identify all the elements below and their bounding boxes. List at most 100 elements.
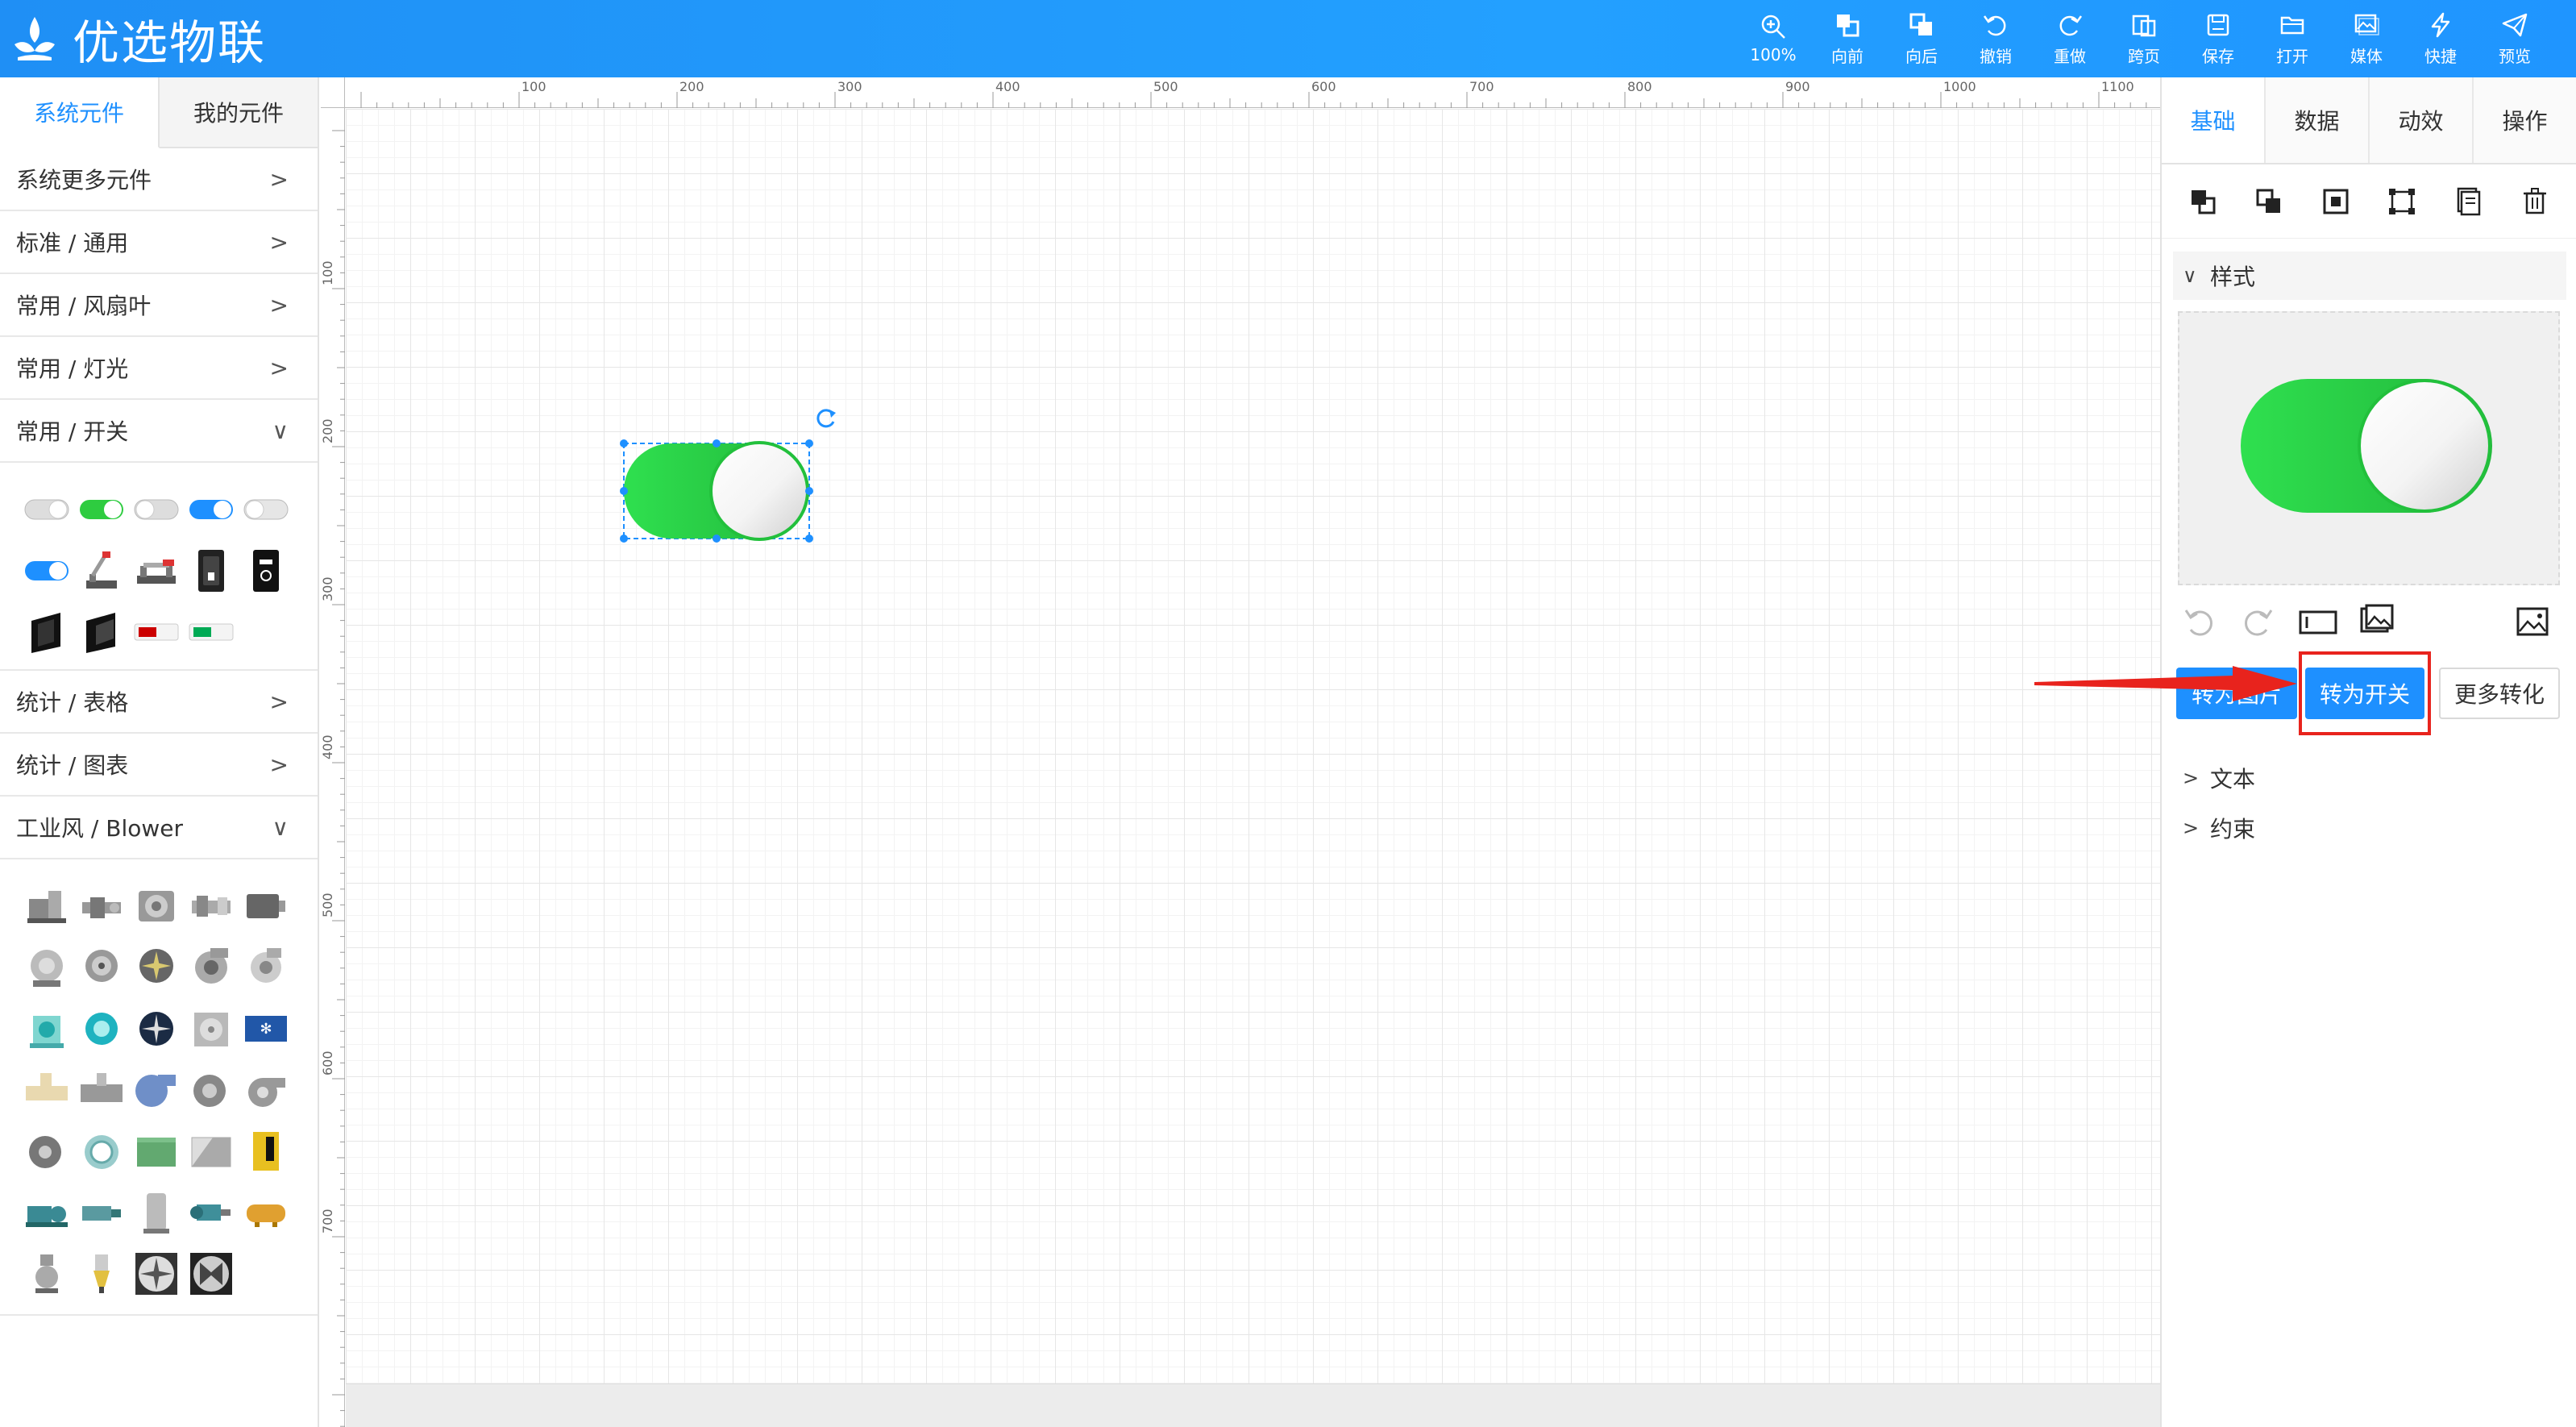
volute-blower-icon[interactable] [239,1063,293,1117]
ruler-label: 900 [1785,79,1810,94]
redo-button[interactable]: 重做 [2033,0,2107,77]
teal-blower-icon[interactable] [74,1001,129,1056]
bring-forward-button[interactable]: 向前 [1810,0,1884,77]
blower-icon[interactable] [74,879,129,934]
category-chart[interactable]: 统计 / 图表 > [0,734,318,797]
pump-motor-icon[interactable] [184,1185,239,1240]
centrifugal-fan-icon[interactable] [239,940,293,995]
send-to-back-icon[interactable] [2251,184,2287,219]
category-blower[interactable]: 工业风 / Blower ∨ [0,797,318,859]
blue-blower-icon[interactable] [129,1063,184,1117]
rotate-handle-icon[interactable] [814,406,838,431]
image-gallery-icon[interactable] [2358,602,2397,641]
turbine-fan-icon[interactable] [74,1124,129,1179]
pump-motor-icon[interactable] [19,1185,74,1240]
border-icon[interactable] [2299,602,2337,641]
toggle-green-on-icon[interactable] [74,482,129,537]
redo-icon[interactable] [2239,602,2278,641]
save-button[interactable]: 保存 [2181,0,2255,77]
valve-pump-icon[interactable] [19,1246,74,1301]
undo-button[interactable]: 撤销 [1959,0,2033,77]
bring-to-front-icon[interactable] [2185,184,2221,219]
copy-icon[interactable] [2450,184,2486,219]
metal-box-icon[interactable] [184,1124,239,1179]
centrifugal-fan-icon[interactable] [74,940,129,995]
tab-animation[interactable]: 动效 [2368,77,2472,163]
tab-actions[interactable]: 操作 [2472,77,2576,163]
blower-icon[interactable] [19,879,74,934]
category-fan-blade[interactable]: 常用 / 风扇叶 > [0,274,318,337]
undo-icon[interactable] [2179,602,2218,641]
button-on-green-icon[interactable] [184,605,239,659]
ruler-label: 300 [321,576,335,601]
canvas-grid[interactable] [346,109,2160,1399]
exhaust-fan-icon[interactable] [129,1246,184,1301]
align-icon[interactable] [2384,184,2420,219]
rocker-switch-black-icon[interactable] [239,543,293,598]
selected-switch-component[interactable] [619,439,814,543]
toggle-gray-off-icon[interactable] [129,482,184,537]
centrifugal-fan-icon[interactable] [19,1124,74,1179]
send-backward-button[interactable]: 向后 [1884,0,1959,77]
yellow-cabinet-icon[interactable] [239,1124,293,1179]
toggle-gray-off-icon[interactable] [239,482,293,537]
style-section-header[interactable]: ∨ 样式 [2173,252,2566,300]
toggle-blue-on-icon[interactable] [184,482,239,537]
panel-switch-black-icon[interactable] [19,605,74,659]
text-section-header[interactable]: > 文本 [2173,753,2566,803]
tab-my-components[interactable]: 我的元件 [160,77,318,148]
knife-switch-icon[interactable] [74,543,129,598]
category-lighting[interactable]: 常用 / 灯光 > [0,337,318,400]
category-table[interactable]: 统计 / 表格 > [0,671,318,734]
orange-tank-icon[interactable] [239,1185,293,1240]
category-system-more[interactable]: 系统更多元件 > [0,148,318,211]
cross-page-button[interactable]: 跨页 [2107,0,2181,77]
horizontal-scrollbar[interactable] [346,1383,2160,1427]
tab-system-components[interactable]: 系统元件 [0,77,160,148]
box-fan-icon[interactable] [184,1001,239,1056]
exhaust-fan-icon[interactable] [184,1246,239,1301]
image-icon[interactable] [2513,602,2552,641]
industrial-fan-icon[interactable] [129,1001,184,1056]
constraint-section-label: 约束 [2210,816,2256,842]
panel-switch-open-icon[interactable] [74,605,129,659]
centrifugal-fan-icon[interactable] [184,940,239,995]
shortcut-button[interactable]: 快捷 [2404,0,2478,77]
more-conversions-button[interactable]: 更多转化 [2439,668,2560,719]
preview-button[interactable]: 预览 [2478,0,2552,77]
pipe-blower-icon[interactable] [19,1063,74,1117]
nozzle-icon[interactable] [74,1246,129,1301]
tab-data[interactable]: 数据 [2264,77,2368,163]
pipe-blower-icon[interactable] [74,1063,129,1117]
rocker-switch-dark-icon[interactable] [184,543,239,598]
logo-icon [15,17,55,60]
tab-basic[interactable]: 基础 [2162,77,2264,163]
text-section-label: 文本 [2210,766,2256,793]
category-switch[interactable]: 常用 / 开关 ∨ [0,400,318,463]
open-button[interactable]: 打开 [2255,0,2329,77]
blower-icon[interactable] [239,879,293,934]
green-box-icon[interactable] [129,1124,184,1179]
centrifugal-fan-icon[interactable] [19,940,74,995]
toggle-gray-off-icon[interactable] [19,482,74,537]
axial-fan-icon[interactable] [129,940,184,995]
teal-blower-icon[interactable] [19,1001,74,1056]
trash-icon[interactable] [2517,184,2553,219]
button-off-red-icon[interactable] [129,605,184,659]
toggle-blue-on-icon[interactable] [19,543,74,598]
pump-motor-icon[interactable] [74,1185,129,1240]
fit-icon[interactable] [2318,184,2354,219]
knife-switch-red-icon[interactable] [129,543,184,598]
undo-label: 撤销 [1980,46,2012,66]
zoom-button[interactable]: 100% [1736,0,1810,77]
open-label: 打开 [2276,46,2308,66]
blower-icon[interactable] [184,879,239,934]
centrifugal-fan-icon[interactable] [184,1063,239,1117]
blue-fan-unit-icon[interactable]: ✻ [239,1001,293,1056]
vertical-tank-icon[interactable] [129,1185,184,1240]
constraint-section-header[interactable]: > 约束 [2173,803,2566,853]
blower-icon[interactable] [129,879,184,934]
zoom-in-icon [1761,15,1785,39]
media-button[interactable]: 媒体 [2329,0,2404,77]
category-standard[interactable]: 标准 / 通用 > [0,211,318,274]
